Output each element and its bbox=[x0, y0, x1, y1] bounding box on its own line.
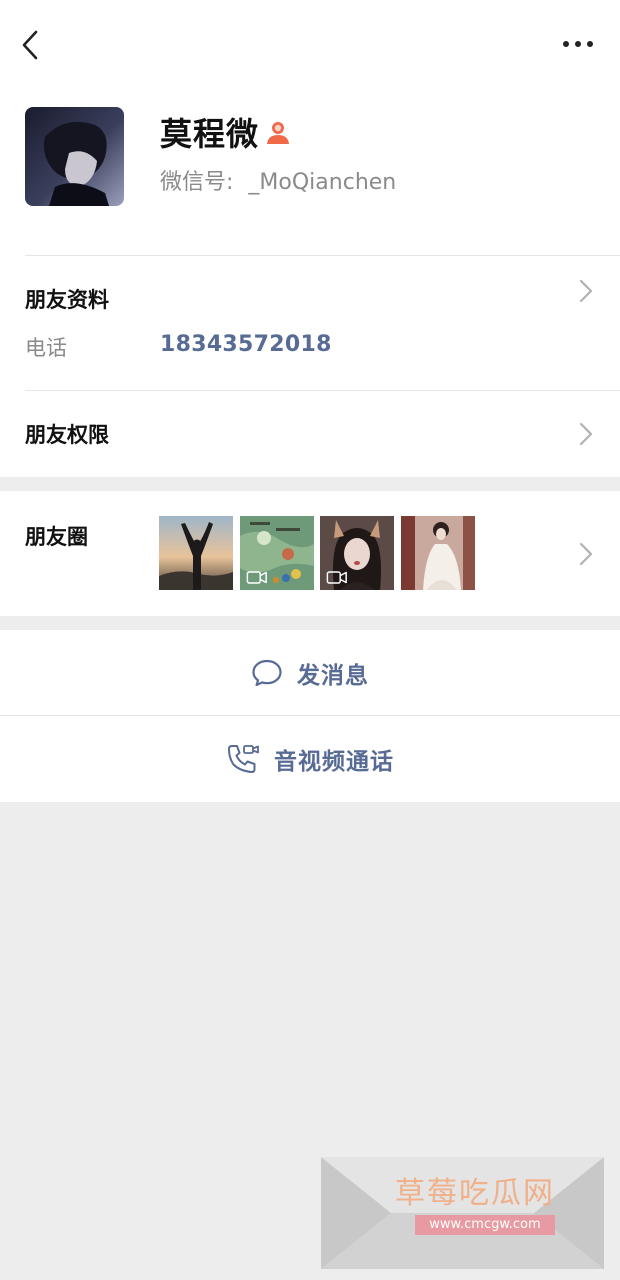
moment-thumbnail[interactable] bbox=[240, 516, 314, 590]
name-row: 莫程微 bbox=[160, 110, 291, 154]
phone-label: 电话 bbox=[25, 336, 67, 360]
send-message-label: 发消息 bbox=[297, 662, 369, 689]
chat-bubble-icon bbox=[252, 659, 282, 686]
moment-thumbnail[interactable] bbox=[401, 516, 475, 590]
phone-number[interactable]: 18343572018 bbox=[160, 332, 332, 357]
friend-permissions-row[interactable]: 朋友权限 bbox=[0, 391, 620, 477]
video-camera-icon bbox=[326, 571, 347, 584]
video-camera-icon bbox=[246, 571, 267, 584]
chevron-right-icon bbox=[579, 542, 593, 566]
back-arrow-icon[interactable] bbox=[14, 28, 48, 62]
friend-info-title: 朋友资料 bbox=[25, 288, 109, 312]
avatar[interactable] bbox=[25, 107, 124, 206]
send-message-button[interactable]: 发消息 bbox=[0, 630, 620, 715]
wechat-id: 微信号: _MoQianchen bbox=[160, 164, 396, 196]
more-options-icon[interactable] bbox=[558, 32, 598, 56]
friend-info-row[interactable]: 朋友资料 bbox=[0, 256, 620, 390]
moments-title: 朋友圈 bbox=[25, 525, 88, 549]
watermark-url: www.cmcgw.com bbox=[415, 1215, 555, 1235]
chevron-right-icon bbox=[579, 422, 593, 446]
moment-thumbnail[interactable] bbox=[320, 516, 394, 590]
phone-video-icon bbox=[228, 745, 259, 773]
moment-thumbnail[interactable] bbox=[159, 516, 233, 590]
wechat-id-label: 微信号: bbox=[160, 170, 234, 195]
chevron-right-icon bbox=[579, 279, 593, 303]
profile-card: 莫程微 微信号: _MoQianchen 朋友资料 电话 18343572018… bbox=[0, 0, 620, 477]
video-call-button[interactable]: 音视频通话 bbox=[0, 716, 620, 802]
moments-row[interactable]: 朋友圈 bbox=[0, 491, 620, 616]
video-call-label: 音视频通话 bbox=[274, 749, 394, 775]
person-female-icon bbox=[267, 122, 290, 144]
contact-name: 莫程微 bbox=[160, 115, 260, 153]
wechat-id-value: _MoQianchen bbox=[248, 170, 397, 195]
friend-permissions-title: 朋友权限 bbox=[25, 423, 109, 447]
watermark-title: 草莓吃瓜网 bbox=[395, 1176, 555, 1211]
